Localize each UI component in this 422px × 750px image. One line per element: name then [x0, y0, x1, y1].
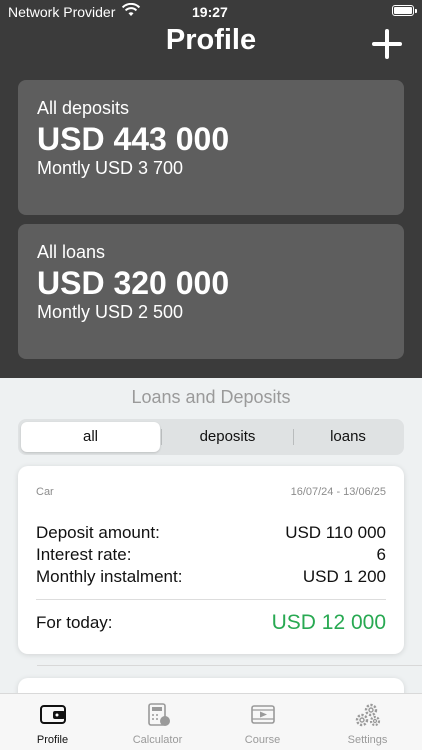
monthly-instalment-row: Monthly instalment: USD 1 200	[36, 567, 386, 589]
row-value: 6	[376, 545, 386, 564]
row-label: Monthly instalment:	[36, 567, 183, 586]
item-period: 16/07/24 - 13/06/25	[290, 486, 386, 498]
filter-all[interactable]: all	[21, 422, 160, 452]
all-deposits-card[interactable]: All deposits USD 443 000 Montly USD 3 70…	[18, 80, 404, 215]
deposit-amount-row: Deposit amount: USD 110 000	[36, 523, 386, 545]
item-name: Car	[36, 486, 54, 498]
for-today-row: For today: USD 12 000	[36, 611, 386, 637]
interest-rate-row: Interest rate: 6	[36, 545, 386, 567]
loans-label: All loans	[37, 242, 106, 262]
loans-amount: USD 320 000	[37, 265, 230, 301]
wifi-icon	[121, 2, 141, 20]
settings-icon	[354, 702, 382, 728]
row-value: USD 1 200	[302, 567, 386, 586]
course-icon	[249, 702, 277, 728]
tab-label: Profile	[36, 734, 69, 746]
all-loans-card[interactable]: All loans USD 320 000 Montly USD 2 500	[18, 224, 404, 359]
divider	[36, 599, 386, 600]
deposits-amount: USD 443 000	[37, 121, 230, 157]
tab-calculator[interactable]: Calculator	[105, 694, 210, 750]
row-label: For today:	[36, 613, 113, 632]
battery-icon	[392, 5, 417, 16]
segment-divider	[293, 429, 294, 445]
deposits-label: All deposits	[37, 98, 130, 118]
loans-monthly: Montly USD 2 500	[37, 302, 184, 322]
filter-deposits[interactable]: deposits	[163, 422, 292, 452]
section-title: Loans and Deposits	[131, 387, 291, 407]
calculator-icon	[144, 702, 172, 728]
tab-bar: Profile Calculator Course Settings	[0, 693, 422, 750]
tab-settings[interactable]: Settings	[315, 694, 420, 750]
status-bar: Network Provider 19:27	[0, 0, 422, 22]
row-label: Interest rate:	[36, 545, 132, 564]
add-button[interactable]	[372, 29, 402, 59]
tab-course[interactable]: Course	[210, 694, 315, 750]
filter-segmented-control: all deposits loans	[18, 419, 404, 455]
row-label: Deposit amount:	[36, 523, 160, 542]
wallet-icon	[39, 702, 67, 728]
carrier-label: Network Provider	[8, 4, 116, 20]
list-item[interactable]: Car 16/07/24 - 13/06/25 Deposit amount: …	[18, 466, 404, 654]
for-today-value: USD 12 000	[271, 611, 386, 634]
tab-profile[interactable]: Profile	[0, 694, 105, 750]
list-divider	[37, 665, 422, 666]
tab-label: Course	[244, 734, 281, 746]
deposits-monthly: Montly USD 3 700	[37, 158, 184, 178]
row-value: USD 110 000	[285, 523, 386, 542]
clock: 19:27	[192, 4, 228, 20]
tab-label: Settings	[347, 734, 388, 746]
page-title: Profile	[165, 24, 257, 56]
segment-divider	[161, 429, 162, 445]
tab-label: Calculator	[132, 734, 183, 746]
filter-loans[interactable]: loans	[295, 422, 401, 452]
